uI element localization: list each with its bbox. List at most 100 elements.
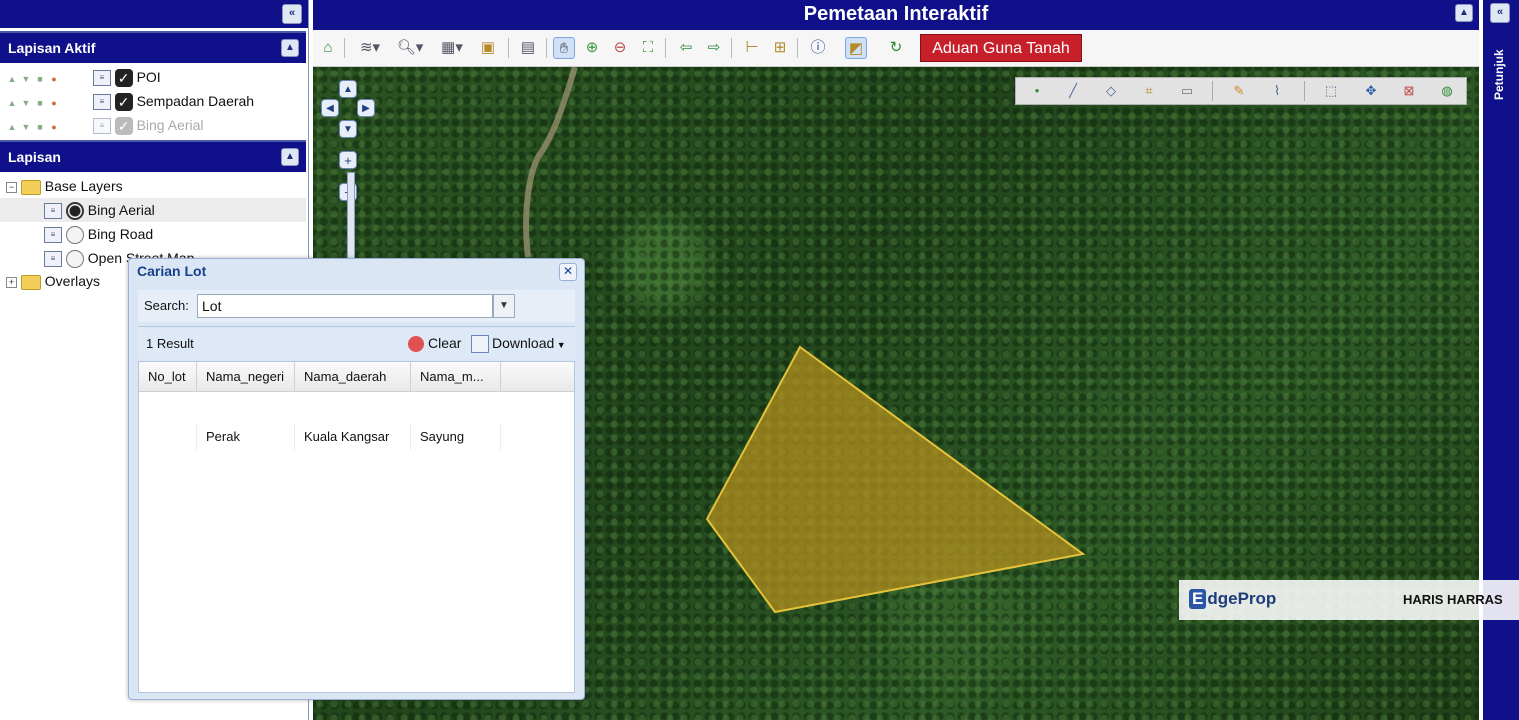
eraser-icon[interactable]: ▭ [1178, 82, 1196, 100]
remove-layer-icon[interactable]: ● [47, 91, 61, 115]
collapse-header-icon[interactable]: ▲ [1455, 4, 1473, 22]
layers-header[interactable]: Lapisan ▲ [0, 140, 306, 172]
paint-icon[interactable]: ⌇ [1268, 82, 1286, 100]
legend-icon[interactable]: ≡ [44, 227, 62, 244]
layers-title: Lapisan [8, 149, 61, 165]
table-row[interactable]: Perak Kuala Kangsar Sayung [139, 393, 501, 450]
collapse-right-rail-icon[interactable]: « [1490, 3, 1510, 23]
add-point-icon[interactable]: • [1028, 82, 1046, 100]
measure-distance-icon[interactable]: ⊢ [741, 37, 763, 59]
grid-icon[interactable]: ▦▾ [435, 37, 469, 59]
column-header-nama-m[interactable]: Nama_m... [411, 362, 501, 392]
collapse-active-layers-icon[interactable]: ▲ [281, 39, 299, 57]
layers-icon[interactable]: ≋▾ [353, 37, 387, 59]
lot-polygon[interactable] [705, 345, 1086, 614]
zoom-out-icon[interactable]: ⊖ [609, 37, 631, 59]
close-icon[interactable]: ✕ [559, 263, 577, 281]
layer-label: POI [136, 69, 161, 85]
layer-radio[interactable] [65, 226, 84, 245]
remove-layer-icon[interactable]: ● [47, 67, 61, 91]
help-panel-tab[interactable]: Petunjuk [1492, 40, 1510, 110]
toolbar-separator [797, 38, 798, 58]
save-icon[interactable]: ▤ [517, 37, 539, 59]
edit-toolbar-separator [1212, 81, 1213, 101]
edit-toolbar-separator [1304, 81, 1305, 101]
collapse-folder-icon[interactable]: − [6, 181, 17, 193]
layer-checkbox[interactable]: ✓ [114, 69, 133, 88]
column-header-no-lot[interactable]: No_lot [139, 362, 197, 392]
select-icon[interactable]: ◩ [845, 37, 867, 59]
home-icon[interactable]: ⌂ [317, 37, 339, 59]
active-layer-row-poi: ▲ ▼ ■ ● ≡ ✓ POI [0, 65, 311, 89]
layer-checkbox[interactable]: ✓ [114, 93, 133, 112]
lot-search-dialog: Carian Lot ✕ Search: Lot ▼ 1 Result Clea… [128, 258, 585, 700]
pan-down-icon[interactable]: ▼ [339, 120, 357, 138]
remove-layer-icon[interactable]: ● [47, 115, 61, 139]
info-icon[interactable]: ⓘ [807, 37, 829, 59]
app-title: Pemetaan Interaktif [803, 3, 989, 25]
expand-folder-icon[interactable]: + [6, 276, 17, 288]
search-type-select[interactable]: Lot [197, 294, 493, 318]
column-header-nama-daerah[interactable]: Nama_daerah [295, 362, 411, 392]
main-toolbar: ⌂ ≋▾ 🔍︎▾ ▦▾ ▣ ▤ ✋︎ ⊕ ⊖ ⛶ ⇦ ⇨ ⊢ ⊞ ⓘ ◩ ↻ [313, 30, 1479, 67]
collapse-layers-icon[interactable]: ▲ [281, 148, 299, 166]
layer-checkbox[interactable]: ✓ [114, 117, 133, 136]
measure-area-icon[interactable]: ⊞ [769, 37, 791, 59]
legend-icon[interactable]: ≡ [92, 118, 111, 135]
layer-radio[interactable] [65, 250, 84, 269]
active-layers-header[interactable]: Lapisan Aktif ▲ [0, 31, 306, 63]
add-line-icon[interactable]: ╱ [1064, 82, 1082, 100]
pan-left-icon[interactable]: ◀ [321, 99, 339, 117]
legend-icon[interactable]: ≡ [92, 70, 111, 87]
move-down-icon[interactable]: ▼ [19, 67, 33, 91]
layer-label: Bing Road [87, 226, 154, 242]
pan-up-icon[interactable]: ▲ [339, 80, 357, 98]
opacity-icon[interactable]: ■ [33, 115, 47, 139]
clear-label: Clear [428, 335, 462, 351]
zoom-in-icon[interactable]: ⊕ [581, 37, 603, 59]
legend-icon[interactable]: ≡ [44, 203, 62, 220]
cell-nama-m: Sayung [411, 424, 501, 450]
download-button[interactable]: Download ▼ [471, 333, 566, 354]
globe-icon[interactable]: ◍ [1438, 82, 1456, 100]
base-layer-bing-road[interactable]: ≡ Bing Road [0, 222, 306, 246]
toolbar-separator [508, 38, 509, 58]
legend-icon[interactable]: ≡ [44, 251, 62, 268]
back-arrow-icon[interactable]: ⇦ [675, 37, 697, 59]
move-up-icon[interactable]: ▲ [5, 91, 19, 115]
move-up-icon[interactable]: ▲ [5, 115, 19, 139]
zoom-in-button[interactable]: + [339, 151, 357, 169]
move-down-icon[interactable]: ▼ [19, 115, 33, 139]
clear-button[interactable]: Clear [408, 333, 461, 353]
folder-label: Overlays [44, 273, 101, 289]
chevron-down-icon[interactable]: ▼ [493, 294, 515, 318]
map-icon[interactable]: ▣ [477, 37, 499, 59]
delete-feature-icon[interactable]: ⊠ [1400, 82, 1418, 100]
edit-vertices-icon[interactable]: ⌗ [1140, 82, 1158, 100]
layer-label: Sempadan Daerah [136, 93, 255, 109]
opacity-icon[interactable]: ■ [33, 67, 47, 91]
base-layers-folder[interactable]: − Base Layers [0, 174, 312, 198]
result-count: 1 Result [146, 336, 194, 351]
add-polygon-icon[interactable]: ◇ [1102, 82, 1120, 100]
pan-icon[interactable]: ✋︎ [553, 37, 575, 59]
toolbar-separator [665, 38, 666, 58]
move-icon[interactable]: ✥ [1362, 82, 1380, 100]
pan-right-icon[interactable]: ▶ [357, 99, 375, 117]
forward-arrow-icon[interactable]: ⇨ [703, 37, 725, 59]
select-feature-icon[interactable]: ⬚ [1322, 82, 1340, 100]
layer-radio[interactable] [65, 202, 84, 221]
legend-icon[interactable]: ≡ [92, 94, 111, 111]
column-header-nama-negeri[interactable]: Nama_negeri [197, 362, 295, 392]
zoom-icon[interactable]: 🔍︎▾ [393, 37, 427, 59]
move-up-icon[interactable]: ▲ [5, 67, 19, 91]
move-down-icon[interactable]: ▼ [19, 91, 33, 115]
refresh-icon[interactable]: ↻ [885, 37, 907, 59]
land-use-complaint-button[interactable]: Aduan Guna Tanah [920, 34, 1082, 62]
full-extent-icon[interactable]: ⛶ [637, 37, 659, 59]
opacity-icon[interactable]: ■ [33, 91, 47, 115]
pencil-icon[interactable]: ✎ [1230, 82, 1248, 100]
collapse-left-panel-icon[interactable]: « [282, 4, 302, 24]
layer-label: Bing Aerial [136, 117, 204, 133]
base-layer-bing-aerial[interactable]: ≡ Bing Aerial [0, 198, 306, 222]
